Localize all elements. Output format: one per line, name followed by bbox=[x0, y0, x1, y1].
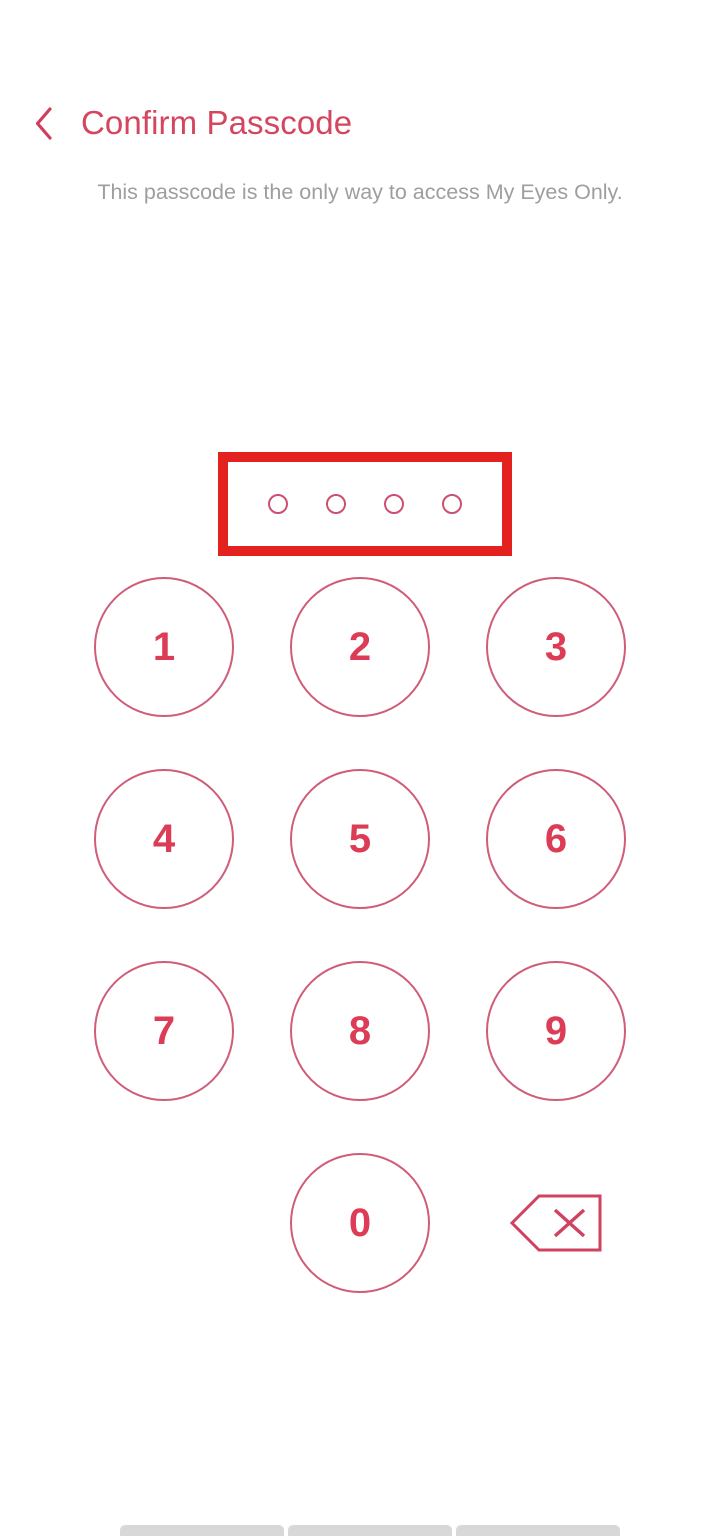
nav-segment-recents[interactable] bbox=[456, 1525, 620, 1536]
system-navigation-bar bbox=[120, 1525, 620, 1536]
numeric-keypad: 1 2 3 4 5 6 7 8 9 0 bbox=[0, 577, 720, 1293]
passcode-dot bbox=[268, 494, 288, 514]
key-6[interactable]: 6 bbox=[486, 769, 626, 909]
backspace-button[interactable] bbox=[486, 1153, 626, 1293]
key-slot: 7 bbox=[94, 961, 234, 1101]
passcode-dot bbox=[442, 494, 462, 514]
key-4[interactable]: 4 bbox=[94, 769, 234, 909]
keypad-row-1: 1 2 3 bbox=[0, 577, 720, 717]
key-slot: 0 bbox=[290, 1153, 430, 1293]
key-7[interactable]: 7 bbox=[94, 961, 234, 1101]
nav-segment-home[interactable] bbox=[288, 1525, 452, 1536]
header: Confirm Passcode bbox=[0, 92, 720, 154]
passcode-dot bbox=[326, 494, 346, 514]
passcode-dots bbox=[218, 452, 512, 556]
key-slot: 4 bbox=[94, 769, 234, 909]
key-3[interactable]: 3 bbox=[486, 577, 626, 717]
confirm-passcode-screen: Confirm Passcode This passcode is the on… bbox=[0, 0, 720, 1536]
key-slot: 9 bbox=[486, 961, 626, 1101]
key-slot: 1 bbox=[94, 577, 234, 717]
passcode-dot bbox=[384, 494, 404, 514]
key-slot: 6 bbox=[486, 769, 626, 909]
key-5[interactable]: 5 bbox=[290, 769, 430, 909]
chevron-left-icon bbox=[35, 106, 52, 140]
keypad-row-2: 4 5 6 bbox=[0, 769, 720, 909]
keypad-row-4: 0 bbox=[0, 1153, 720, 1293]
subtitle-text: This passcode is the only way to access … bbox=[97, 180, 623, 204]
key-9[interactable]: 9 bbox=[486, 961, 626, 1101]
key-slot: 2 bbox=[290, 577, 430, 717]
key-slot bbox=[486, 1153, 626, 1293]
key-slot: 8 bbox=[290, 961, 430, 1101]
key-2[interactable]: 2 bbox=[290, 577, 430, 717]
back-button[interactable] bbox=[14, 94, 72, 152]
key-0[interactable]: 0 bbox=[290, 1153, 430, 1293]
key-slot: 5 bbox=[290, 769, 430, 909]
keypad-row-3: 7 8 9 bbox=[0, 961, 720, 1101]
backspace-delete-icon bbox=[510, 1194, 602, 1252]
page-title: Confirm Passcode bbox=[81, 104, 353, 141]
key-1[interactable]: 1 bbox=[94, 577, 234, 717]
key-slot: 3 bbox=[486, 577, 626, 717]
nav-segment-back[interactable] bbox=[120, 1525, 284, 1536]
key-8[interactable]: 8 bbox=[290, 961, 430, 1101]
